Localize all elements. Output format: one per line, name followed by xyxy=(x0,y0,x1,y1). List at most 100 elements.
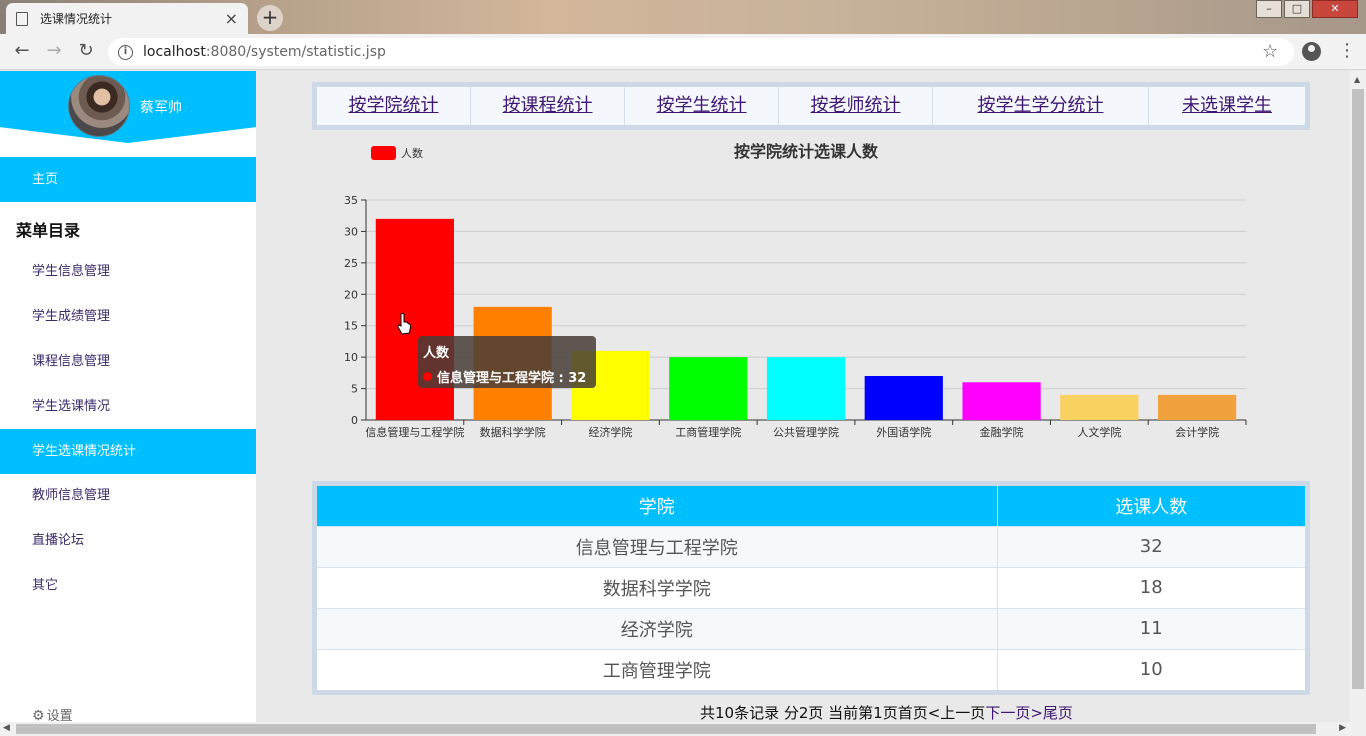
y-tick-label: 35 xyxy=(344,194,358,207)
bookmark-star-icon[interactable]: ☆ xyxy=(1262,41,1278,62)
y-tick-label: 0 xyxy=(351,414,358,427)
y-tick-label: 15 xyxy=(344,320,358,333)
statistics-table: 学院 选课人数 信息管理与工程学院 32 数据科学学院 18 经济学院 11 工… xyxy=(312,481,1310,695)
x-tick-label: 会计学院 xyxy=(1175,425,1219,439)
sidebar-item-student-info[interactable]: 学生信息管理 xyxy=(0,249,256,294)
first-page-link[interactable]: 首页 xyxy=(898,704,928,722)
document-icon xyxy=(16,11,28,26)
horizontal-scroll-thumb[interactable] xyxy=(16,724,1316,734)
reload-icon[interactable]: ↻ xyxy=(74,40,98,64)
table-row: 数据科学学院 18 xyxy=(317,566,1305,608)
cell-college: 经济学院 xyxy=(317,607,998,649)
table-row: 工商管理学院 10 xyxy=(317,648,1305,690)
x-tick-label: 人文学院 xyxy=(1077,425,1121,439)
horizontal-scrollbar[interactable]: ◀ ▶ xyxy=(0,722,1366,736)
sidebar-item-selection-statistics[interactable]: 学生选课情况统计 xyxy=(0,429,256,474)
hand-cursor-icon xyxy=(397,313,411,335)
close-icon[interactable]: ✕ xyxy=(1312,0,1358,18)
back-arrow-icon[interactable]: ← xyxy=(10,40,34,64)
y-tick-label: 20 xyxy=(344,288,358,301)
tab-by-course[interactable]: 按课程统计 xyxy=(471,87,625,125)
sidebar-item-live-forum[interactable]: 直播论坛 xyxy=(0,518,256,563)
legend-swatch xyxy=(371,146,396,160)
sidebar: 蔡军帅 主页 菜单目录 学生信息管理 学生成绩管理 课程信息管理 学生选课情况 … xyxy=(0,71,256,724)
x-tick-label: 数据科学学院 xyxy=(480,425,546,439)
statistics-nav: 按学院统计 按课程统计 按学生统计 按老师统计 按学生学分统计 未选课学生 xyxy=(312,82,1310,130)
bar xyxy=(864,376,943,420)
cell-count: 18 xyxy=(997,566,1305,608)
sidebar-item-home[interactable]: 主页 xyxy=(0,157,256,202)
maximize-icon[interactable]: □ xyxy=(1284,0,1310,18)
forward-arrow-icon[interactable]: → xyxy=(42,40,66,64)
sidebar-item-other[interactable]: 其它 xyxy=(0,563,256,608)
x-tick-label: 信息管理与工程学院 xyxy=(365,425,464,439)
cell-college: 信息管理与工程学院 xyxy=(317,525,998,567)
browser-tabstrip: 选课情况统计 × + – □ ✕ xyxy=(0,0,1366,34)
legend-label: 人数 xyxy=(401,147,423,160)
pagination-summary: 共10条记录 分2页 当前第1页 xyxy=(700,704,898,722)
minimize-icon[interactable]: – xyxy=(1256,0,1282,18)
account-icon[interactable] xyxy=(1302,42,1321,61)
tab-title: 选课情况统计 xyxy=(40,12,113,26)
bar xyxy=(1158,394,1237,420)
menu-section-title: 菜单目录 xyxy=(16,221,81,240)
sidebar-item-course-selection[interactable]: 学生选课情况 xyxy=(0,384,256,429)
tab-by-credit[interactable]: 按学生学分统计 xyxy=(933,87,1149,125)
x-tick-label: 经济学院 xyxy=(588,425,632,439)
sidebar-item-student-grades[interactable]: 学生成绩管理 xyxy=(0,294,256,339)
scroll-up-icon[interactable]: ▲ xyxy=(1354,75,1360,84)
x-tick-label: 工商管理学院 xyxy=(675,425,741,439)
tooltip-dot xyxy=(423,372,432,381)
browser-menu-icon[interactable]: ⋮ xyxy=(1338,40,1356,61)
window-controls: – □ ✕ xyxy=(1254,0,1358,18)
cell-college: 数据科学学院 xyxy=(317,566,998,608)
tooltip-text: 信息管理与工程学院 : 32 xyxy=(437,371,587,386)
bar xyxy=(1060,394,1139,420)
tab-by-student[interactable]: 按学生统计 xyxy=(625,87,779,125)
y-tick-label: 25 xyxy=(344,257,358,270)
table-row: 信息管理与工程学院 32 xyxy=(317,525,1305,567)
chart-title: 按学院统计选课人数 xyxy=(734,142,879,161)
url-host: localhost xyxy=(143,44,206,60)
info-icon[interactable]: i xyxy=(118,44,133,60)
sidebar-item-course-info[interactable]: 课程信息管理 xyxy=(0,339,256,384)
bar xyxy=(375,218,454,420)
column-header-count: 选课人数 xyxy=(997,486,1305,526)
bar xyxy=(766,357,846,420)
prev-page-link[interactable]: <上一页 xyxy=(928,704,986,722)
browser-tab[interactable]: 选课情况统计 × xyxy=(6,3,248,34)
y-tick-label: 10 xyxy=(344,351,358,364)
new-tab-button[interactable]: + xyxy=(257,5,283,31)
bar xyxy=(669,357,748,420)
x-tick-label: 公共管理学院 xyxy=(773,425,839,439)
cell-college: 工商管理学院 xyxy=(317,648,998,690)
vertical-scrollbar[interactable]: ▲ xyxy=(1350,71,1366,722)
avatar xyxy=(68,75,130,137)
browser-toolbar: ← → ↻ i localhost:8080/system/statistic.… xyxy=(0,34,1366,70)
x-tick-label: 外国语学院 xyxy=(876,425,931,439)
table-row: 经济学院 11 xyxy=(317,607,1305,649)
next-page-link[interactable]: 下一页> xyxy=(985,704,1043,722)
scroll-left-icon[interactable]: ◀ xyxy=(3,723,10,733)
cell-count: 10 xyxy=(997,648,1305,690)
tooltip-series: 人数 xyxy=(423,346,450,361)
tab-close-icon[interactable]: × xyxy=(225,9,238,28)
chart-canvas: 按学院统计选课人数人数05101520253035信息管理与工程学院 数据科学学院… xyxy=(344,142,1247,439)
sidebar-item-teacher-info[interactable]: 教师信息管理 xyxy=(0,473,256,518)
chart-tooltip: 人数 信息管理与工程学院 : 32 xyxy=(418,336,596,388)
tab-unselected-students[interactable]: 未选课学生 xyxy=(1149,87,1305,125)
y-tick-label: 30 xyxy=(344,225,358,238)
tab-by-college[interactable]: 按学院统计 xyxy=(317,87,471,125)
tab-by-teacher[interactable]: 按老师统计 xyxy=(779,87,933,125)
vertical-scroll-thumb[interactable] xyxy=(1352,89,1364,689)
x-tick-label: 金融学院 xyxy=(980,425,1024,439)
cell-count: 11 xyxy=(997,607,1305,649)
username: 蔡军帅 xyxy=(140,100,182,116)
address-bar[interactable]: i localhost:8080/system/statistic.jsp xyxy=(108,38,1294,66)
scroll-right-icon[interactable]: ▶ xyxy=(1339,723,1346,733)
y-tick-label: 5 xyxy=(351,383,358,396)
url-path: :8080/system/statistic.jsp xyxy=(205,44,386,60)
bar xyxy=(962,382,1041,420)
last-page-link[interactable]: 尾页 xyxy=(1043,704,1073,722)
cell-count: 32 xyxy=(997,525,1305,567)
